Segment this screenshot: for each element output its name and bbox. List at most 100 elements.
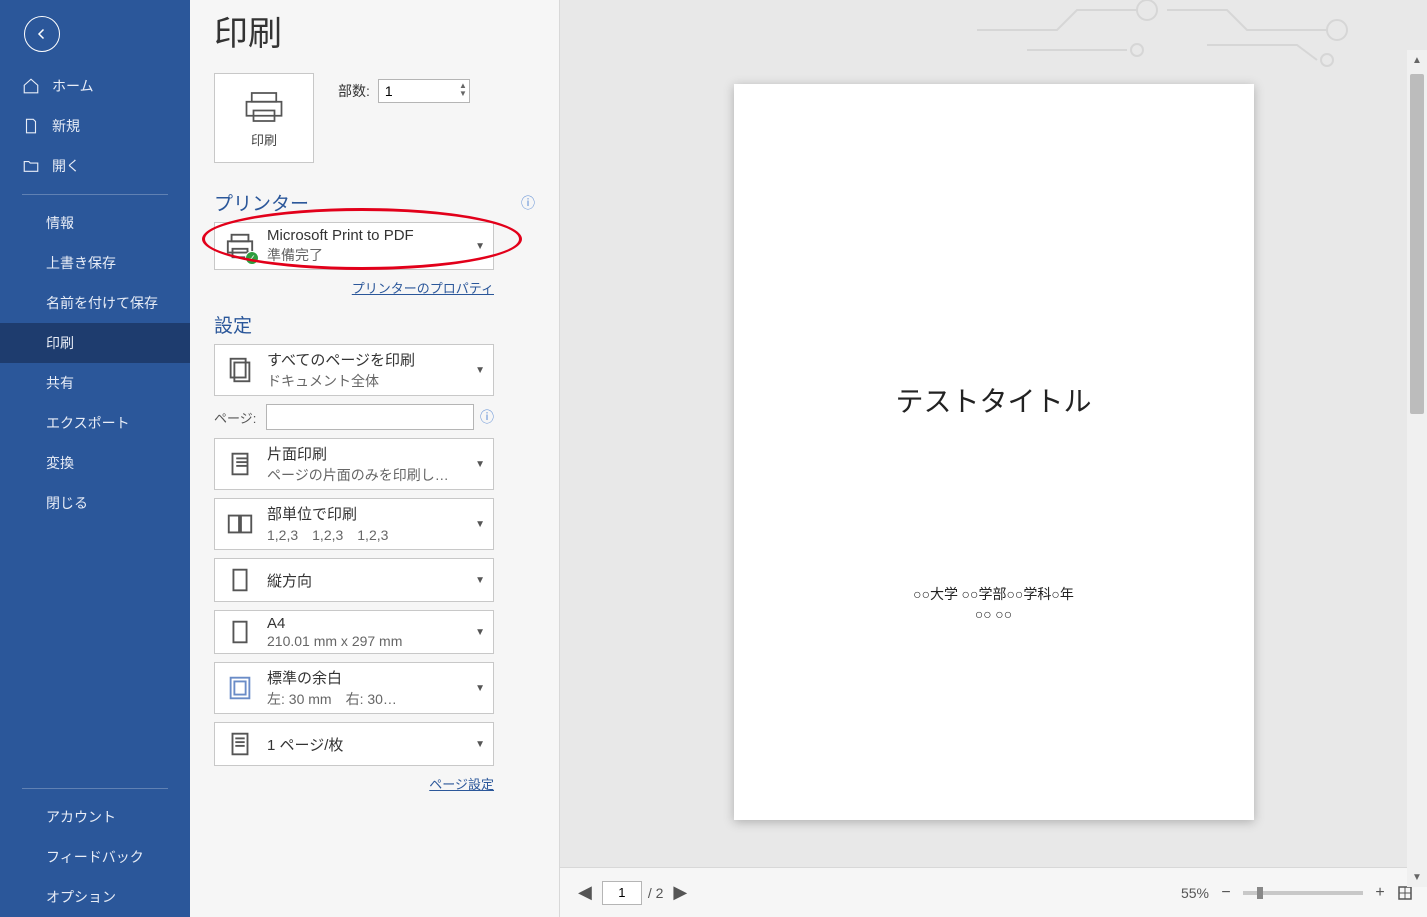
print-button-label: 印刷 — [251, 130, 277, 149]
chevron-down-icon: ▼ — [475, 519, 485, 530]
prev-page-button[interactable]: ◀ — [574, 882, 596, 903]
sidebar-label: 開く — [52, 156, 80, 176]
vertical-scrollbar[interactable]: ▲ ▼ — [1407, 70, 1427, 867]
chevron-down-icon: ▼ — [475, 575, 485, 586]
scrollbar-thumb[interactable] — [1410, 74, 1424, 414]
printer-section-label: プリンター ⓘ — [214, 189, 535, 216]
sidebar-item-feedback[interactable]: フィードバック — [0, 837, 190, 877]
copies-group: 部数: ▲ ▼ — [338, 79, 470, 103]
sidebar-item-options[interactable]: オプション — [0, 877, 190, 917]
info-icon[interactable]: ⓘ — [521, 193, 535, 213]
current-page-input[interactable] — [602, 881, 642, 905]
pages-per-sheet-icon — [223, 727, 257, 761]
sidebar-item-print[interactable]: 印刷 — [0, 323, 190, 363]
pages-stack-icon — [223, 353, 257, 387]
doc-title: テストタイトル — [734, 380, 1254, 420]
zoom-in-button[interactable]: + — [1371, 884, 1389, 902]
sidebar-label: エクスポート — [46, 413, 130, 433]
page-preview: テストタイトル ○○大学 ○○学部○○学科○年 ○○ ○○ — [734, 84, 1254, 820]
sidebar-item-convert[interactable]: 変換 — [0, 443, 190, 483]
print-action-row: 印刷 部数: ▲ ▼ — [214, 73, 535, 163]
pages-input[interactable] — [266, 404, 474, 430]
dropdown-line1: 1 ページ/枚 — [267, 734, 465, 755]
dropdown-line1: 標準の余白 — [267, 667, 465, 688]
preview-viewport[interactable]: テストタイトル ○○大学 ○○学部○○学科○年 ○○ ○○ — [560, 0, 1427, 867]
sidebar-label: 閉じる — [46, 493, 88, 513]
copies-input[interactable] — [379, 80, 453, 102]
printer-status-text: 準備完了 — [267, 245, 465, 265]
dropdown-line2: 左: 30 mm 右: 30… — [267, 689, 465, 709]
doc-author: ○○ ○○ — [734, 608, 1254, 624]
paper-size-dropdown[interactable]: A4210.01 mm x 297 mm ▼ — [214, 610, 494, 654]
dropdown-line2: ドキュメント全体 — [267, 371, 465, 391]
printer-name: Microsoft Print to PDF — [267, 227, 465, 244]
sidebar-label: 新規 — [52, 116, 80, 136]
sidebar-label: オプション — [46, 887, 116, 907]
sidebar-item-export[interactable]: エクスポート — [0, 403, 190, 443]
page-setup-link[interactable]: ページ設定 — [214, 774, 494, 793]
one-side-icon — [223, 447, 257, 481]
pages-input-row: ページ: ⓘ — [214, 404, 494, 430]
portrait-icon — [223, 563, 257, 597]
page-title: 印刷 — [214, 6, 535, 55]
scrollbar-up-icon[interactable]: ▲ — [1407, 50, 1427, 70]
open-folder-icon — [22, 157, 40, 175]
next-page-button[interactable]: ▶ — [669, 882, 691, 903]
zoom-slider[interactable] — [1243, 891, 1363, 895]
zoom-out-button[interactable]: − — [1217, 884, 1235, 902]
printer-dropdown[interactable]: Microsoft Print to PDF 準備完了 ▼ — [214, 222, 494, 270]
ready-check-icon — [245, 251, 259, 265]
backstage-sidebar: ホーム 新規 開く 情報 上書き保存 名前を付けて保存 印刷 共有 エクスポート… — [0, 0, 190, 917]
sidebar-label: アカウント — [46, 807, 116, 827]
info-icon[interactable]: ⓘ — [480, 407, 494, 427]
preview-footer: ◀ / 2 ▶ 55% − + — [560, 867, 1427, 917]
section-label-text: プリンター — [214, 189, 309, 216]
back-button[interactable] — [24, 16, 60, 52]
sidebar-label: 情報 — [46, 213, 74, 233]
printer-properties-link[interactable]: プリンターのプロパティ — [214, 278, 494, 297]
sidebar-label: 共有 — [46, 373, 74, 393]
sidebar-item-home[interactable]: ホーム — [0, 66, 190, 106]
divider — [22, 788, 168, 789]
home-icon — [22, 77, 40, 95]
sidebar-label: 上書き保存 — [46, 253, 116, 273]
zoom-slider-handle[interactable] — [1257, 887, 1263, 899]
sidebar-label: 印刷 — [46, 333, 74, 353]
back-arrow-icon — [33, 25, 51, 43]
sidebar-item-info[interactable]: 情報 — [0, 203, 190, 243]
copies-spinner[interactable]: ▲ ▼ — [378, 79, 470, 103]
scrollbar-down-icon[interactable]: ▼ — [1407, 867, 1427, 887]
collate-icon — [223, 507, 257, 541]
spinner-down-icon[interactable]: ▼ — [459, 90, 467, 98]
sidebar-label: 変換 — [46, 453, 74, 473]
total-pages-label: / 2 — [648, 885, 664, 901]
sidebar-item-open[interactable]: 開く — [0, 146, 190, 186]
sidebar-item-account[interactable]: アカウント — [0, 797, 190, 837]
duplex-dropdown[interactable]: 片面印刷ページの片面のみを印刷し… ▼ — [214, 438, 494, 490]
sidebar-item-save[interactable]: 上書き保存 — [0, 243, 190, 283]
page-nav: ◀ / 2 ▶ — [574, 881, 691, 905]
sidebar-item-share[interactable]: 共有 — [0, 363, 190, 403]
paper-icon — [223, 615, 257, 649]
dropdown-line1: 片面印刷 — [267, 443, 465, 464]
collate-dropdown[interactable]: 部単位で印刷1,2,3 1,2,3 1,2,3 ▼ — [214, 498, 494, 550]
sidebar-item-close[interactable]: 閉じる — [0, 483, 190, 523]
sidebar-item-new[interactable]: 新規 — [0, 106, 190, 146]
sidebar-item-save-as[interactable]: 名前を付けて保存 — [0, 283, 190, 323]
orientation-dropdown[interactable]: 縦方向 ▼ — [214, 558, 494, 602]
dropdown-line1: 部単位で印刷 — [267, 503, 465, 524]
new-doc-icon — [22, 117, 40, 135]
main-area: 印刷 印刷 部数: ▲ ▼ プリンター ⓘ — [190, 0, 1427, 917]
chevron-down-icon: ▼ — [475, 459, 485, 470]
printer-status-icon — [223, 229, 257, 263]
print-button[interactable]: 印刷 — [214, 73, 314, 163]
pages-per-sheet-dropdown[interactable]: 1 ページ/枚 ▼ — [214, 722, 494, 766]
print-range-dropdown[interactable]: すべてのページを印刷ドキュメント全体 ▼ — [214, 344, 494, 396]
chevron-down-icon: ▼ — [475, 241, 485, 252]
chevron-down-icon: ▼ — [475, 365, 485, 376]
pages-label: ページ: — [214, 408, 260, 427]
settings-section-label: 設定 — [214, 311, 535, 338]
copies-label: 部数: — [338, 81, 370, 101]
print-settings-column: 印刷 印刷 部数: ▲ ▼ プリンター ⓘ — [190, 0, 560, 917]
margins-dropdown[interactable]: 標準の余白左: 30 mm 右: 30… ▼ — [214, 662, 494, 714]
